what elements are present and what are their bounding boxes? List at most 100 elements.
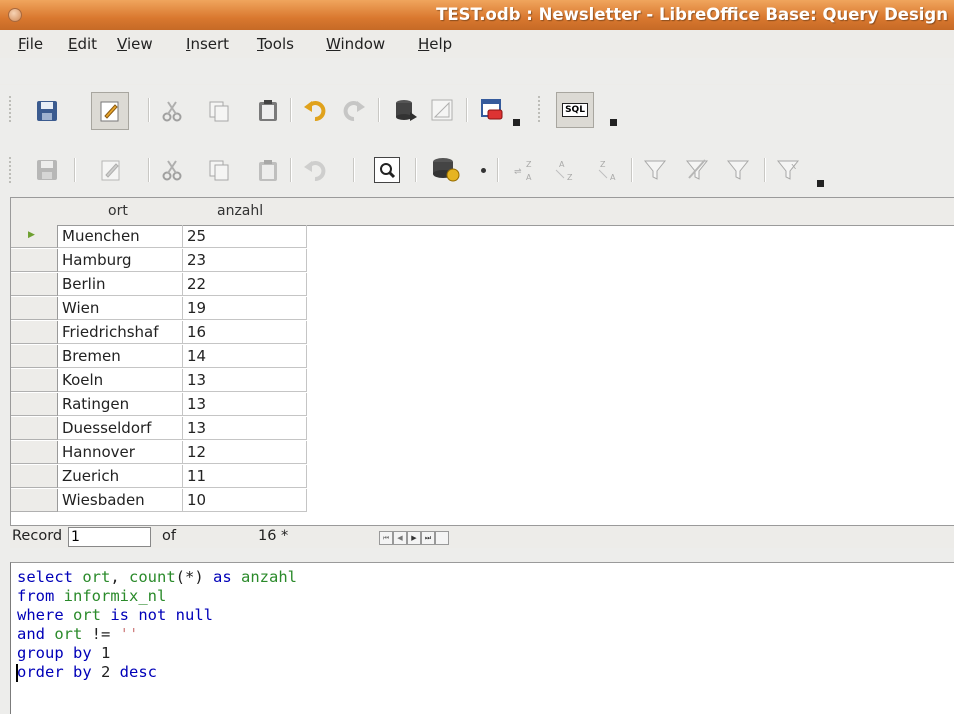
- cell-anzahl[interactable]: 25: [183, 225, 307, 248]
- toolbar-overflow-icon[interactable]: [817, 180, 824, 187]
- cell-ort[interactable]: Hannover: [58, 441, 183, 464]
- column-header-ort[interactable]: ort: [58, 198, 184, 226]
- menu-tools[interactable]: Tools: [257, 35, 294, 53]
- menu-mnemonic: W: [326, 35, 341, 53]
- add-table-icon[interactable]: [480, 98, 504, 122]
- row-handle[interactable]: [11, 441, 58, 464]
- cell-ort[interactable]: Koeln: [58, 369, 183, 392]
- refresh-dropdown-icon[interactable]: [481, 168, 486, 173]
- row-handle[interactable]: [11, 345, 58, 368]
- cell-ort[interactable]: Wiesbaden: [58, 489, 183, 512]
- copy-icon[interactable]: [207, 158, 231, 182]
- cell-anzahl[interactable]: 19: [183, 297, 307, 320]
- next-record-button[interactable]: ▶: [407, 531, 421, 545]
- toolbar-overflow-icon[interactable]: [610, 119, 617, 126]
- toolbar-separator: [290, 98, 292, 122]
- cell-ort[interactable]: Muenchen: [58, 225, 183, 248]
- row-handle[interactable]: [11, 321, 58, 344]
- sql-token: ort: [73, 606, 111, 624]
- row-handle[interactable]: ▶: [11, 225, 58, 248]
- row-handle[interactable]: [11, 489, 58, 512]
- paste-icon[interactable]: [256, 158, 280, 182]
- cell-anzahl[interactable]: 16: [183, 321, 307, 344]
- menu-label-rest: iew: [126, 35, 153, 53]
- new-record-button[interactable]: [435, 531, 449, 545]
- database-run-icon[interactable]: [394, 98, 418, 122]
- cell-anzahl[interactable]: 11: [183, 465, 307, 488]
- menu-help[interactable]: Help: [418, 35, 452, 53]
- row-handle[interactable]: [11, 273, 58, 296]
- cell-ort[interactable]: Duesseldorf: [58, 417, 183, 440]
- window-menu-icon[interactable]: [8, 8, 22, 22]
- cell-anzahl[interactable]: 14: [183, 345, 307, 368]
- toolbar-separator: [148, 158, 150, 182]
- cell-anzahl[interactable]: 13: [183, 369, 307, 392]
- cell-ort[interactable]: Ratingen: [58, 393, 183, 416]
- cell-anzahl[interactable]: 22: [183, 273, 307, 296]
- toolbar-grip[interactable]: [9, 96, 15, 122]
- menu-file[interactable]: File: [18, 35, 43, 53]
- sort-descending-icon[interactable]: ZA: [596, 158, 620, 182]
- row-handle[interactable]: [11, 417, 58, 440]
- sql-editor[interactable]: select ort, count(*) as anzahl from infor…: [10, 562, 954, 714]
- cut-icon[interactable]: [160, 99, 184, 123]
- row-handle[interactable]: [11, 393, 58, 416]
- cell-anzahl[interactable]: 12: [183, 441, 307, 464]
- cell-anzahl[interactable]: 10: [183, 489, 307, 512]
- cell-anzahl[interactable]: 13: [183, 393, 307, 416]
- cell-ort[interactable]: Zuerich: [58, 465, 183, 488]
- menu-insert[interactable]: Insert: [186, 35, 229, 53]
- cell-ort[interactable]: Berlin: [58, 273, 183, 296]
- row-handle[interactable]: [11, 297, 58, 320]
- cell-ort[interactable]: Friedrichshaf: [58, 321, 183, 344]
- copy-icon[interactable]: [207, 99, 231, 123]
- undo-icon[interactable]: [303, 98, 327, 122]
- column-header-anzahl[interactable]: anzahl: [183, 198, 308, 226]
- query-result-grid: ort anzahl ▶ Muenchen 25 Hamburg 23 Berlin 22 W…: [10, 197, 954, 546]
- menu-mnemonic: T: [257, 35, 264, 53]
- row-handle[interactable]: [11, 249, 58, 272]
- column-header-label: anzahl: [217, 203, 264, 219]
- cell-anzahl[interactable]: 23: [183, 249, 307, 272]
- sort-ascending-icon[interactable]: AZ: [553, 158, 577, 182]
- menu-edit[interactable]: Edit: [68, 35, 97, 53]
- last-record-button[interactable]: ⏭: [421, 531, 435, 545]
- design-view-icon[interactable]: [430, 98, 454, 122]
- cell-anzahl[interactable]: 13: [183, 417, 307, 440]
- find-record-icon[interactable]: [374, 157, 400, 183]
- menu-view[interactable]: View: [117, 35, 153, 53]
- save-icon[interactable]: [35, 99, 59, 123]
- menu-window[interactable]: Window: [326, 35, 385, 53]
- edit-data-icon[interactable]: [99, 158, 123, 182]
- edit-mode-icon[interactable]: [91, 92, 129, 130]
- record-of-label: of: [162, 528, 176, 544]
- toolbar-grip[interactable]: [9, 157, 15, 183]
- previous-record-button[interactable]: ◀: [393, 531, 407, 545]
- autofilter-icon[interactable]: [643, 158, 667, 182]
- cell-ort[interactable]: Bremen: [58, 345, 183, 368]
- row-handle[interactable]: [11, 465, 58, 488]
- sort-icon[interactable]: ⇌ Z A: [512, 158, 536, 182]
- reset-filter-icon[interactable]: x: [776, 158, 800, 182]
- row-handle[interactable]: [11, 369, 58, 392]
- cell-ort[interactable]: Hamburg: [58, 249, 183, 272]
- sql-token: informix_nl: [63, 587, 167, 605]
- refresh-icon[interactable]: [431, 157, 461, 182]
- svg-text:Z: Z: [526, 160, 532, 169]
- cell-ort[interactable]: Wien: [58, 297, 183, 320]
- add-table-dropdown-icon[interactable]: [513, 119, 520, 126]
- save-record-icon[interactable]: [35, 158, 59, 182]
- record-number-input[interactable]: [68, 527, 151, 547]
- sql-token: select: [17, 568, 83, 586]
- first-record-button[interactable]: ⏮: [379, 531, 393, 545]
- paste-icon[interactable]: [256, 98, 280, 122]
- undo-icon[interactable]: [303, 158, 327, 182]
- current-row-icon: ▶: [28, 230, 35, 240]
- standard-filter-icon[interactable]: [726, 158, 750, 182]
- toolbar-grip[interactable]: [538, 96, 544, 122]
- sql-view-label: SQL: [562, 103, 588, 117]
- sql-view-icon[interactable]: SQL: [556, 92, 594, 128]
- redo-icon[interactable]: [342, 98, 366, 122]
- apply-filter-icon[interactable]: [685, 158, 709, 182]
- cut-icon[interactable]: [160, 158, 184, 182]
